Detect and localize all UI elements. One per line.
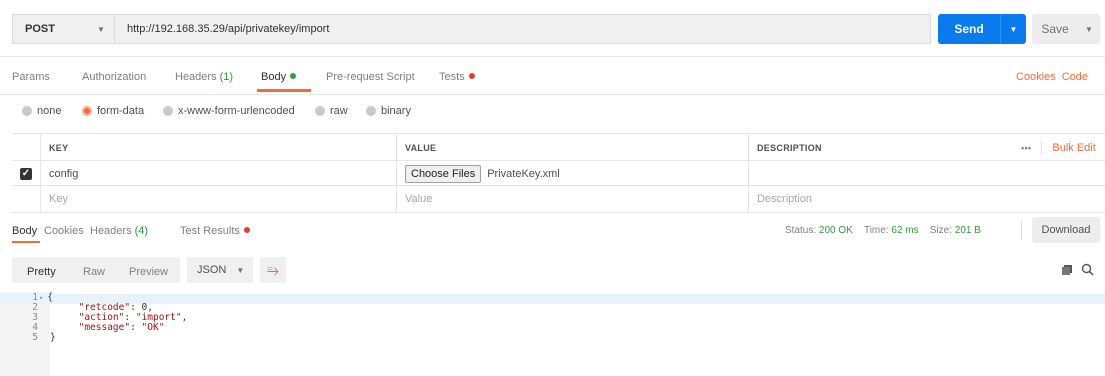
row-description-field[interactable] [748, 161, 1105, 186]
choose-files-button[interactable]: Choose Files [405, 164, 482, 183]
divider [0, 56, 1105, 57]
url-text: http://192.168.35.29/api/privatekey/impo… [127, 23, 330, 35]
body-indicator-dot [290, 73, 297, 79]
response-tab-headers[interactable]: Headers (4) [90, 225, 148, 237]
tab-authorization[interactable]: Authorization [82, 71, 146, 83]
tab-tests-label: Tests [439, 71, 465, 83]
radio-raw[interactable]: raw [315, 105, 348, 117]
radio-circle [163, 106, 173, 116]
chevron-down-icon: ▼ [236, 265, 245, 275]
tab-headers-label: Headers [175, 71, 217, 83]
table-header-row: KEY VALUE DESCRIPTION ••• Bulk Edit [12, 133, 1105, 161]
url-input[interactable]: http://192.168.35.29/api/privatekey/impo… [114, 14, 931, 44]
tests-indicator-dot [468, 73, 475, 79]
save-label: Save [1041, 22, 1069, 36]
cookies-link[interactable]: Cookies [1016, 71, 1056, 83]
table-actions: ••• Bulk Edit [1013, 134, 1105, 161]
code-link[interactable]: Code [1062, 71, 1088, 83]
time-value: 62 ms [891, 225, 919, 236]
send-button[interactable]: Send ▼ [938, 14, 1026, 44]
radio-binary[interactable]: binary [366, 105, 411, 117]
radio-circle [22, 106, 32, 116]
row-checkbox-cell: ✓ [12, 161, 40, 186]
response-status-bar: Status: 200 OK Time: 62 ms Size: 201 B [785, 225, 981, 236]
view-raw-button[interactable]: Raw [83, 266, 105, 278]
format-label: JSON [197, 264, 227, 276]
tab-params[interactable]: Params [12, 71, 50, 83]
tab-body-label: Body [261, 71, 287, 83]
tab-prerequest-script[interactable]: Pre-request Script [326, 71, 415, 83]
method-label: POST [25, 23, 55, 35]
table-row: ✓ config Choose Files PrivateKey.xml [12, 160, 1105, 186]
test-results-indicator-dot [243, 227, 250, 233]
cookies-code-links: Cookies Code [1016, 71, 1088, 83]
code-line: 5} [32, 332, 56, 343]
more-options-icon[interactable]: ••• [1021, 143, 1031, 153]
send-label: Send [954, 22, 984, 36]
tab-body[interactable]: Body [261, 71, 297, 83]
new-key-input[interactable]: Key [40, 186, 396, 212]
method-select[interactable]: POST ▼ [12, 14, 114, 44]
radio-circle [366, 106, 376, 116]
send-options-chevron-icon[interactable]: ▼ [1001, 25, 1026, 34]
checkbox-checked-icon[interactable]: ✓ [20, 167, 32, 180]
response-active-tab-underline [12, 241, 40, 243]
table-row-new: Key Value Description [12, 185, 1105, 213]
response-tab-body[interactable]: Body [12, 225, 37, 237]
column-key: KEY [40, 134, 396, 161]
fold-arrow-icon[interactable]: ▾ [39, 294, 43, 302]
radio-none[interactable]: none [22, 105, 61, 117]
response-tab-test-results[interactable]: Test Results [180, 225, 250, 237]
new-description-input[interactable]: Description [748, 186, 1105, 212]
copy-icon[interactable] [1062, 265, 1072, 275]
format-select[interactable]: JSON ▼ [187, 257, 253, 283]
column-description: DESCRIPTION [748, 134, 1013, 161]
download-button[interactable]: Download [1032, 217, 1100, 243]
tab-headers[interactable]: Headers (1) [175, 71, 233, 83]
bulk-edit-link[interactable]: Bulk Edit [1052, 142, 1095, 154]
status-value: 200 OK [818, 225, 853, 236]
size-value: 201 B [954, 225, 981, 236]
view-pretty-button[interactable]: Pretty [27, 266, 56, 278]
search-icon[interactable] [1081, 263, 1094, 276]
wrap-lines-icon[interactable]: ⥱ [260, 257, 286, 283]
selected-file-name: PrivateKey.xml [487, 167, 560, 180]
radio-form-data[interactable]: form-data [82, 105, 144, 117]
radio-circle-selected [82, 106, 92, 116]
tab-headers-count: (1) [219, 71, 234, 83]
active-tab-underline [257, 89, 311, 92]
row-value-field: Choose Files PrivateKey.xml [396, 161, 748, 186]
save-button[interactable]: Save ▼ [1032, 14, 1100, 44]
row-key-field[interactable]: config [40, 161, 396, 186]
new-value-input[interactable]: Value [396, 186, 748, 212]
response-body-code[interactable]: 1▾{ 2 "retcode": 0, 3 "action": "import"… [8, 293, 187, 343]
radio-urlencoded[interactable]: x-www-form-urlencoded [163, 105, 295, 117]
save-options-chevron-icon[interactable]: ▼ [1078, 25, 1100, 34]
response-tab-cookies[interactable]: Cookies [44, 225, 84, 237]
chevron-down-icon: ▼ [97, 25, 105, 34]
view-preview-button[interactable]: Preview [129, 266, 168, 278]
column-value: VALUE [396, 134, 748, 161]
radio-circle [315, 106, 325, 116]
response-headers-count: (4) [134, 225, 149, 237]
divider [0, 94, 1105, 95]
tab-tests[interactable]: Tests [439, 71, 475, 83]
